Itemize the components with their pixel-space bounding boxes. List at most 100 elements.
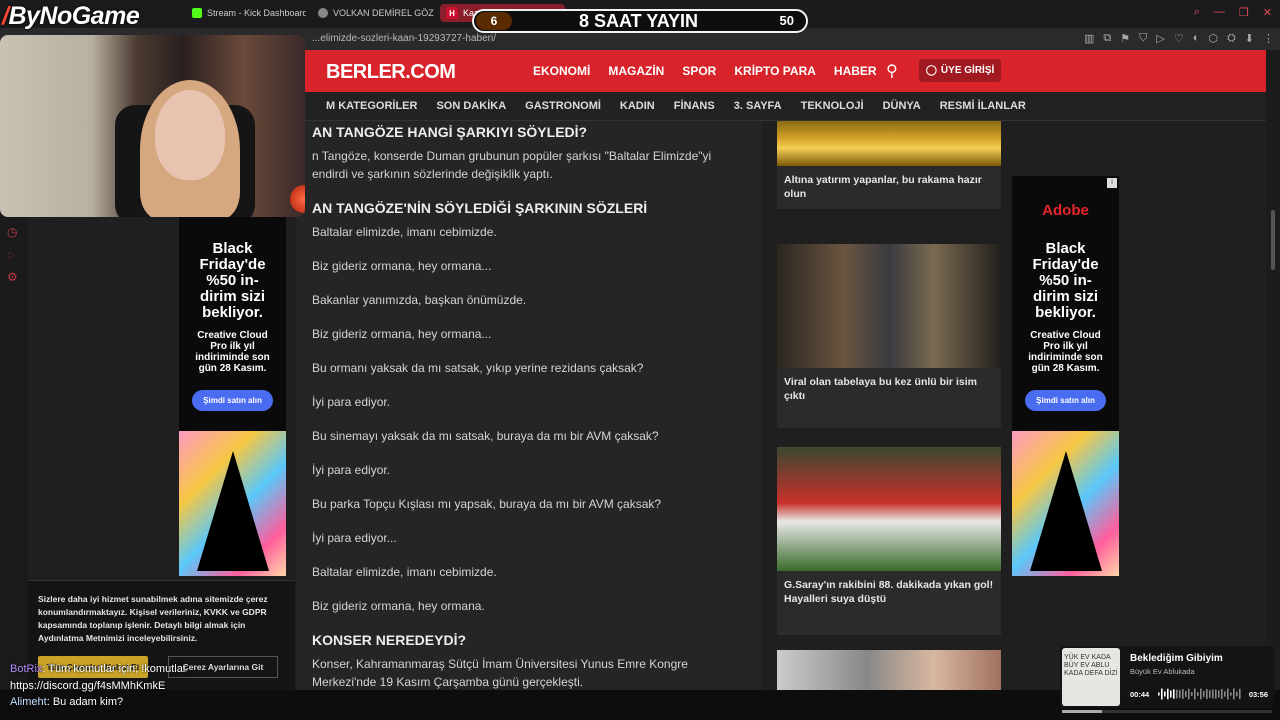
waveform (1158, 688, 1241, 700)
lyric-line: İyi para ediyor... (312, 531, 397, 545)
waveform-bar (1200, 688, 1202, 700)
subnav-3-sayfa[interactable]: 3. SAYFA (734, 100, 782, 112)
settings-icon[interactable]: ⛭ (1227, 32, 1236, 45)
login-button[interactable]: ◯ ÜYE GİRİŞİ (919, 59, 1001, 82)
subnav-teknoloji[interactable]: TEKNOLOJİ (801, 100, 864, 112)
waveform-bar (1194, 688, 1196, 700)
nav-ekonomi[interactable]: EKONOMİ (533, 64, 590, 78)
waveform-bar (1161, 688, 1163, 700)
window-controls: ⌕ — ❐ ✕ (1194, 6, 1272, 19)
streamer-face (155, 90, 225, 180)
chat-username: Alimeht (10, 696, 47, 708)
chat-message: https://discord.gg/f4sMMhKmkE (10, 680, 165, 692)
song-title: Beklediğim Gibiyim (1130, 653, 1223, 664)
history-icon[interactable]: ◷ (7, 225, 17, 239)
subnav-finans[interactable]: FİNANS (674, 100, 715, 112)
lyric-line: Biz gideriz ormana, hey ormana... (312, 259, 492, 273)
search-tabs-icon[interactable]: ⌕ (1194, 6, 1200, 19)
minimize-icon[interactable]: — (1214, 6, 1225, 19)
subnav-kadin[interactable]: KADIN (620, 100, 655, 112)
waveform-bar (1221, 688, 1223, 700)
lyric-line: Biz gideriz ormana, hey ormana... (312, 327, 492, 341)
subnav-dunya[interactable]: DÜNYA (883, 100, 921, 112)
related-news-column: Altına yatırım yapanlar, bu rakama hazır… (762, 121, 1012, 690)
lamp (290, 185, 305, 213)
screenshot-icon[interactable]: ⧉ (1103, 32, 1111, 45)
now-playing-widget: YÜK EV KADA BÜY EV ABLU KADA DEFA DİZİ B… (1060, 646, 1274, 713)
url-field[interactable]: ...elimizde-sozleri-kaan-19293727-haberi… (312, 33, 496, 44)
heading-which-song: AN TANGÖZE HANGİ ŞARKIYI SÖYLEDİ? (312, 124, 588, 140)
nav-magazin[interactable]: MAGAZİN (608, 64, 664, 78)
nav-spor[interactable]: SPOR (682, 64, 716, 78)
news-card[interactable] (777, 650, 1001, 690)
left-ad-banner[interactable]: Black Friday'de %50 in-dirim sizi bekliyor.… (179, 176, 286, 576)
extensions-icon[interactable]: ⬡ (1208, 32, 1218, 45)
close-icon[interactable]: ✕ (1263, 6, 1272, 19)
news-card-image (777, 650, 1001, 690)
heading-concert-location: KONSER NEREDEYDİ? (312, 632, 467, 648)
waveform-bar (1176, 689, 1178, 699)
vpn-icon[interactable]: ◐ (1193, 32, 1200, 45)
ad-info-icon[interactable]: i (1107, 178, 1117, 188)
subnav-son-dakika[interactable]: SON DAKİKA (436, 100, 506, 112)
download-icon[interactable]: ⬇ (1245, 32, 1254, 45)
ad-artwork (179, 431, 286, 576)
waveform-bar (1203, 691, 1205, 697)
gear-icon[interactable]: ⚙ (7, 270, 18, 284)
tab-volkan-demirel[interactable]: VOLKAN DEMİREL GÖZLÜ (312, 4, 434, 22)
waveform-bar (1233, 688, 1235, 700)
ad-cta-button[interactable]: Şimdi satın alın (1025, 390, 1106, 411)
ad-headline: Black Friday'de %50 in-dirim sizi bekliyor. (199, 240, 266, 321)
waveform-bar (1206, 688, 1208, 700)
nav-haber[interactable]: HABER (834, 64, 877, 78)
lyric-line: Biz gideriz ormana, hey ormana. (312, 599, 485, 613)
article-body: AN TANGÖZE HANGİ ŞARKIYI SÖYLEDİ? n Tang… (296, 121, 762, 690)
maximize-icon[interactable]: ❐ (1239, 6, 1249, 19)
toolbar-icons: ▥ ⧉ ⚑ ⛉ ▷ ♡ ◐ ⬡ ⛭ ⬇ ⋮ (1084, 32, 1274, 45)
screen: Stream - Kick Dashboard VOLKAN DEMİREL G… (0, 0, 1280, 720)
menu-icon[interactable]: ⋮ (1263, 32, 1274, 45)
news-card[interactable]: G.Saray'ın rakibini 88. dakikada yıkan g… (777, 447, 1001, 635)
right-ad-banner[interactable]: i Adobe Black Friday'de %50 in-dirim sizi b… (1012, 176, 1119, 576)
lyric-line: Baltalar elimizde, imanı cebimizde. (312, 225, 497, 239)
lyric-line: Baltalar elimizde, imanı cebimizde. (312, 565, 497, 579)
news-card[interactable]: Altına yatırım yapanlar, bu rakama hazır… (777, 121, 1001, 209)
ad-artwork (1012, 431, 1119, 576)
waveform-bar (1239, 688, 1241, 700)
webcam-overlay (0, 35, 305, 217)
waveform-bar (1173, 689, 1175, 699)
flag-icon[interactable]: ⚑ (1120, 32, 1130, 45)
page-scrollbar[interactable] (1266, 50, 1280, 690)
counter-label: 8 SAAT YAYIN (579, 11, 699, 31)
sidebar-icon[interactable]: ▥ (1084, 32, 1094, 45)
nav-kripto-para[interactable]: KRİPTO PARA (734, 64, 816, 78)
tab-kick-dashboard[interactable]: Stream - Kick Dashboard (186, 4, 306, 22)
ad-cta-button[interactable]: Şimdi satın alın (192, 390, 273, 411)
lyric-line: Bu parka Topçu Kışlası mı yapsak, buraya… (312, 497, 662, 511)
scrollbar-thumb[interactable] (1271, 210, 1275, 270)
tab-label: VOLKAN DEMİREL GÖZLÜ (333, 8, 434, 18)
waveform-bar (1191, 691, 1193, 697)
kick-icon (192, 8, 202, 18)
news-card[interactable]: Viral olan tabelaya bu kez ünlü bir isim… (777, 244, 1001, 428)
search-icon[interactable]: ⚲ (886, 61, 898, 81)
login-label: ÜYE GİRİŞİ (940, 65, 995, 76)
waveform-bar (1167, 688, 1169, 700)
waveform-bar (1164, 691, 1166, 697)
subnav-kategoriler[interactable]: M KATEGORİLER (326, 100, 417, 112)
album-cover-text: YÜK EV KADA BÜY EV ABLU KADA DEFA DİZİ (1064, 654, 1118, 677)
song-progress-track (1062, 710, 1272, 713)
heart-icon[interactable]: ♡ (1174, 32, 1184, 45)
song-progress-fill (1062, 710, 1102, 713)
chat-message: Alimeht: Bu adam kim? (10, 696, 124, 708)
waveform-bar (1218, 690, 1220, 698)
ad-headline: Black Friday'de %50 in-dirim sizi bekliyor. (1032, 240, 1099, 321)
messenger-icon[interactable]: ◌ (7, 248, 14, 262)
counter-goal: 50 (779, 13, 794, 28)
play-icon[interactable]: ▷ (1156, 32, 1164, 45)
waveform-bar (1179, 690, 1181, 698)
site-logo[interactable]: BERLER.COM (326, 61, 456, 84)
subnav-resmi-ilanlar[interactable]: RESMİ İLANLAR (940, 100, 1026, 112)
shield-icon[interactable]: ⛉ (1139, 32, 1147, 45)
subnav-gastronomi[interactable]: GASTRONOMİ (525, 100, 601, 112)
